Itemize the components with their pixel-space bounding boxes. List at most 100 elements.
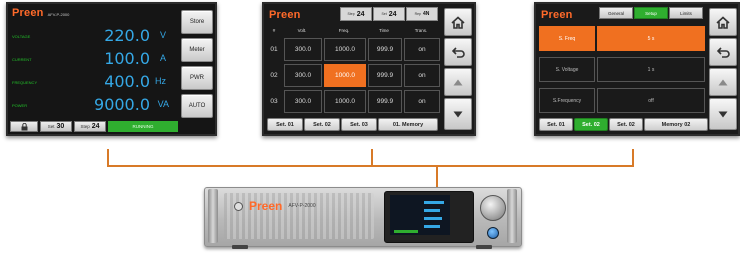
reading-row-power: POWER 9000.0 VA xyxy=(12,95,172,115)
reading-label: POWER xyxy=(12,103,28,108)
reading-label: FREQUENCY xyxy=(12,80,38,85)
cell-time: 999.9 xyxy=(368,64,402,87)
pwr-button[interactable]: PWR xyxy=(181,66,213,90)
step-label: Step xyxy=(80,124,90,129)
screen-reading xyxy=(424,225,440,228)
auto-button[interactable]: AUTO xyxy=(181,94,213,118)
tab-limits[interactable]: Limits xyxy=(669,7,703,19)
arrow-down-icon xyxy=(718,111,728,117)
model-label: AFV-P-2000 xyxy=(47,12,70,17)
table-header: # Volt. Freq. Time Trans. xyxy=(266,26,440,35)
setting-label: S. Voltage xyxy=(539,57,595,82)
tab-general[interactable]: General xyxy=(599,7,633,19)
setting-row[interactable]: S.Frequency off xyxy=(539,88,705,113)
reading-label: VOLTAGE xyxy=(12,34,31,39)
cell-trans: on xyxy=(404,90,440,113)
panel1-header: Preen AFV-P-2000 xyxy=(12,7,69,19)
cell-time: 999.9 xyxy=(368,90,402,113)
reading-value: 220.0 xyxy=(104,26,150,45)
device-logo-area: Preen AFV-P-2000 xyxy=(234,199,316,213)
table-row[interactable]: 02 300.0 1000.0 999.9 on xyxy=(266,64,440,87)
arrow-up-icon xyxy=(453,79,463,85)
reading-unit: VA xyxy=(157,99,169,109)
reading-row-frequency: FREQUENCY 400.0 Hz xyxy=(12,72,172,92)
up-button[interactable] xyxy=(444,68,472,96)
back-button[interactable] xyxy=(444,38,472,66)
tab-setup[interactable]: Setup xyxy=(634,7,668,19)
memory-button[interactable]: Memory 02 xyxy=(644,118,708,131)
device-foot xyxy=(476,245,492,249)
back-button[interactable] xyxy=(709,38,737,66)
reading-value: 9000.0 xyxy=(94,95,150,114)
cell-freq-selected[interactable]: 1000.0 xyxy=(324,64,366,87)
cell-num: 03 xyxy=(270,98,278,105)
set-01-button[interactable]: Set. 01 xyxy=(539,118,573,131)
cell-freq: 1000.0 xyxy=(324,90,366,113)
reading-row-voltage: VOLTAGE 220.0 V xyxy=(12,26,172,46)
set-02-button[interactable]: Set. 02 xyxy=(609,118,643,131)
reading-row-current: CURRENT 100.0 A xyxy=(12,49,172,69)
header-volt: Volt. xyxy=(297,28,307,33)
step-box[interactable]: Step 24 xyxy=(340,7,372,21)
preen-logo: Preen xyxy=(12,7,44,19)
setting-row[interactable]: S. Voltage 1 s xyxy=(539,57,705,82)
panel-setup-menu: Preen General Setup Limits S. Freq 5 s S… xyxy=(534,2,740,136)
meter-button[interactable]: Meter xyxy=(181,38,213,62)
reading-unit: A xyxy=(159,53,166,63)
connector-line xyxy=(371,149,373,166)
rep-box-label: Rep xyxy=(414,12,421,16)
setting-value: off xyxy=(597,88,705,113)
set-02-button-active[interactable]: Set. 02 xyxy=(574,118,608,131)
table-row[interactable]: 01 300.0 1000.0 999.9 on xyxy=(266,38,440,61)
panel-sequence-table: Preen Step 24 Set 24 Rep 4N # Volt. Freq… xyxy=(262,2,476,136)
setting-label: S.Frequency xyxy=(539,88,595,113)
return-icon xyxy=(451,46,465,58)
set-box[interactable]: Set 24 xyxy=(373,7,405,21)
up-button[interactable] xyxy=(709,68,737,96)
setting-label: S. Freq xyxy=(539,26,595,51)
preen-logo: Preen xyxy=(541,9,573,21)
setting-row-selected[interactable]: S. Freq 5 s xyxy=(539,26,705,51)
home-button[interactable] xyxy=(444,8,472,36)
rotary-knob[interactable] xyxy=(480,195,506,221)
device-model: AFV-P-2000 xyxy=(288,203,316,209)
table-row[interactable]: 03 300.0 1000.0 999.9 on xyxy=(266,90,440,113)
cell-volt: 300.0 xyxy=(284,64,322,87)
preen-logo: Preen xyxy=(269,9,301,21)
set-03-button[interactable]: Set. 03 xyxy=(341,118,377,131)
down-button[interactable] xyxy=(444,98,472,130)
step-box-label: Step xyxy=(347,12,355,16)
reading-value: 100.0 xyxy=(104,49,150,68)
device-brand: Preen xyxy=(249,199,283,213)
arrow-up-icon xyxy=(718,79,728,85)
device-screen xyxy=(390,195,450,235)
screen-reading xyxy=(424,201,444,204)
home-icon xyxy=(716,15,730,29)
panel-main-display: Preen AFV-P-2000 VOLTAGE 220.0 V CURRENT… xyxy=(6,2,217,136)
store-button[interactable]: Store xyxy=(181,10,213,34)
home-button[interactable] xyxy=(709,8,737,36)
setting-value: 1 s xyxy=(597,57,705,82)
down-button[interactable] xyxy=(709,98,737,130)
header-time: Time xyxy=(379,28,389,33)
cell-num: 02 xyxy=(270,72,278,79)
panel1-footer: Set 30 Step 24 RUNNING xyxy=(10,121,178,132)
header-freq: Freq. xyxy=(338,28,350,33)
screen-reading xyxy=(424,217,442,220)
step-value: 24 xyxy=(91,123,100,130)
set-01-button[interactable]: Set. 01 xyxy=(267,118,303,131)
set-button[interactable]: Set 30 xyxy=(40,121,72,132)
set-02-button[interactable]: Set. 02 xyxy=(304,118,340,131)
power-switch-icon xyxy=(234,201,243,211)
connector-line xyxy=(107,165,634,167)
output-button[interactable] xyxy=(487,227,499,239)
lock-icon xyxy=(21,122,27,130)
set-box-value: 24 xyxy=(388,10,397,18)
lock-button[interactable] xyxy=(10,121,38,132)
step-button[interactable]: Step 24 xyxy=(74,121,106,132)
memory-button[interactable]: 01. Memory xyxy=(378,118,438,131)
connector-line xyxy=(107,149,109,166)
rep-box[interactable]: Rep 4N xyxy=(406,7,438,21)
device-foot xyxy=(232,245,248,249)
screen-reading xyxy=(424,209,440,212)
